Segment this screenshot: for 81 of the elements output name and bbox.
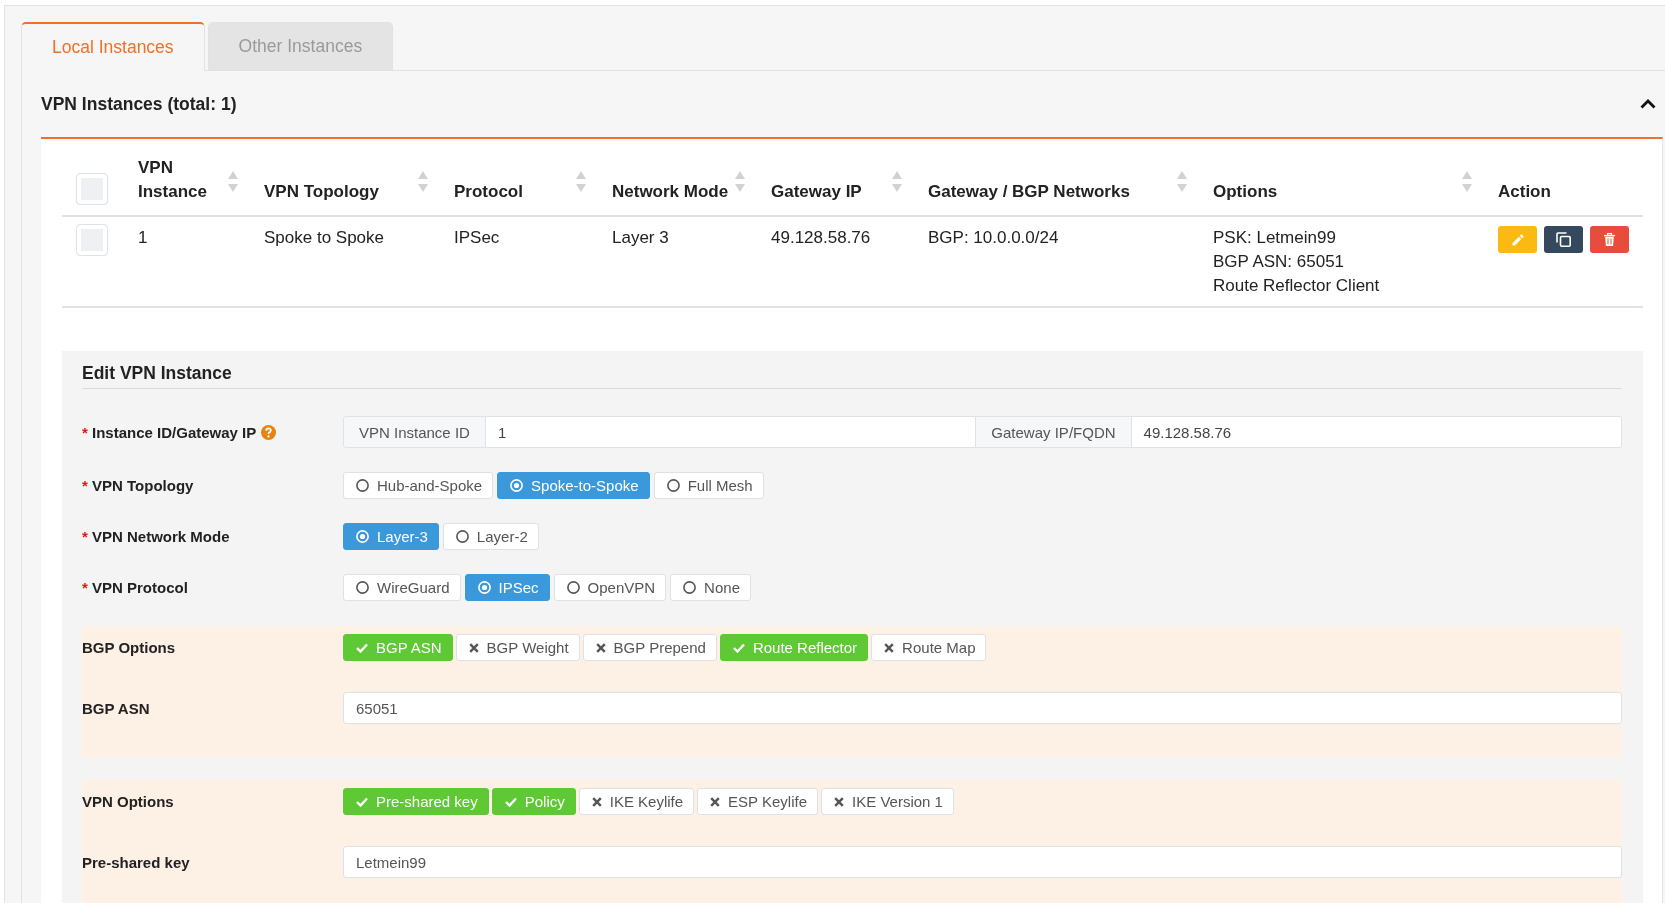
text-field[interactable]: 65051 bbox=[343, 692, 1622, 724]
cross-icon bbox=[468, 642, 479, 653]
radio-option[interactable]: Hub-and-Spoke bbox=[343, 472, 494, 499]
sort-icon[interactable] bbox=[1177, 170, 1187, 194]
field-addon: VPN Instance ID bbox=[343, 416, 486, 448]
radio-option[interactable]: Layer-2 bbox=[442, 523, 539, 550]
column-header[interactable]: Options bbox=[1213, 180, 1278, 204]
field-label: * VPN Protocol bbox=[82, 579, 188, 596]
toggle-option[interactable]: ESP Keylife bbox=[697, 788, 819, 815]
toggle-option[interactable]: BGP Prepend bbox=[582, 634, 717, 661]
table-cell: Layer 3 bbox=[599, 216, 758, 307]
radio-option[interactable]: Full Mesh bbox=[653, 472, 764, 499]
option-text: BGP ASN: 65051 bbox=[1213, 251, 1346, 273]
help-icon[interactable] bbox=[261, 424, 277, 440]
radio-icon bbox=[666, 479, 680, 492]
check-icon bbox=[356, 642, 368, 653]
delete-button[interactable] bbox=[1590, 226, 1629, 253]
panel-title: VPN Instances (total: 1) bbox=[41, 93, 237, 115]
field-label: * Instance ID/Gateway IP bbox=[82, 423, 257, 441]
text-field[interactable]: 1 bbox=[485, 416, 977, 448]
radio-option[interactable]: WireGuard bbox=[343, 574, 461, 601]
radio-icon bbox=[683, 581, 697, 594]
sort-icon[interactable] bbox=[735, 170, 745, 194]
sort-icon[interactable] bbox=[228, 170, 238, 194]
toggle-option[interactable]: IKE Version 1 bbox=[821, 788, 954, 815]
radio-icon bbox=[356, 479, 369, 492]
radio-icon bbox=[356, 581, 369, 594]
field-label: Pre-shared key bbox=[82, 853, 190, 871]
toggle-option[interactable]: Route Map bbox=[871, 634, 987, 661]
chevron-up-icon[interactable] bbox=[1640, 99, 1656, 109]
cross-icon bbox=[595, 642, 606, 653]
copy-button[interactable] bbox=[1544, 226, 1583, 253]
radio-icon bbox=[510, 479, 524, 492]
column-header: Action bbox=[1498, 181, 1551, 203]
radio-option[interactable]: None bbox=[670, 574, 751, 601]
column-header[interactable]: Gateway IP bbox=[771, 180, 862, 204]
copy-icon bbox=[1556, 232, 1571, 247]
toggle-option[interactable]: IKE Keylife bbox=[578, 788, 695, 815]
edit-button[interactable] bbox=[1498, 226, 1537, 253]
trash-icon bbox=[1604, 233, 1615, 246]
sort-icon[interactable] bbox=[576, 170, 586, 194]
option-text: Route Reflector Client bbox=[1213, 275, 1381, 297]
cross-icon bbox=[834, 796, 845, 807]
text-field[interactable]: 49.128.58.76 bbox=[1131, 416, 1622, 448]
column-header[interactable]: VPN Instance bbox=[138, 156, 224, 204]
field-label: * VPN Network Mode bbox=[82, 528, 230, 545]
cross-icon bbox=[884, 642, 895, 653]
column-header[interactable]: VPN Topology bbox=[264, 180, 379, 204]
cross-icon bbox=[710, 796, 721, 807]
text-field[interactable]: Letmein99 bbox=[343, 846, 1622, 878]
cross-icon bbox=[591, 796, 602, 807]
checkbox[interactable] bbox=[76, 173, 108, 205]
radio-icon bbox=[356, 530, 369, 543]
radio-icon bbox=[455, 530, 469, 543]
sort-icon[interactable] bbox=[892, 170, 902, 194]
field-label: BGP ASN bbox=[82, 699, 150, 717]
field-label: VPN Options bbox=[82, 793, 174, 810]
table-cell: Spoke to Spoke bbox=[251, 216, 441, 307]
table-cell: BGP: 10.0.0.0/24 bbox=[915, 216, 1200, 307]
sort-icon[interactable] bbox=[418, 170, 428, 194]
option-text: PSK: Letmein99 bbox=[1213, 227, 1337, 249]
table-cell: 49.128.58.76 bbox=[758, 216, 915, 307]
column-header[interactable]: Network Mode bbox=[612, 180, 729, 204]
table-cell: 1 bbox=[125, 216, 251, 307]
toggle-option[interactable]: BGP Weight bbox=[455, 634, 580, 661]
column-header[interactable]: Protocol bbox=[454, 180, 523, 204]
radio-option[interactable]: OpenVPN bbox=[553, 574, 667, 601]
check-icon bbox=[732, 642, 745, 653]
section-title: Edit VPN Instance bbox=[82, 351, 1622, 389]
pencil-icon bbox=[1511, 233, 1524, 246]
field-label: * VPN Topology bbox=[82, 477, 194, 494]
check-icon bbox=[504, 796, 517, 807]
column-header[interactable]: Gateway / BGP Networks bbox=[928, 180, 1130, 204]
check-icon bbox=[356, 796, 368, 807]
field-addon: Gateway IP/FQDN bbox=[976, 416, 1132, 448]
field-label: BGP Options bbox=[82, 639, 176, 656]
sort-icon[interactable] bbox=[1462, 170, 1472, 194]
table-cell: IPSec bbox=[441, 216, 599, 307]
radio-icon bbox=[477, 581, 491, 594]
checkbox[interactable] bbox=[76, 224, 108, 256]
radio-icon bbox=[566, 581, 580, 594]
